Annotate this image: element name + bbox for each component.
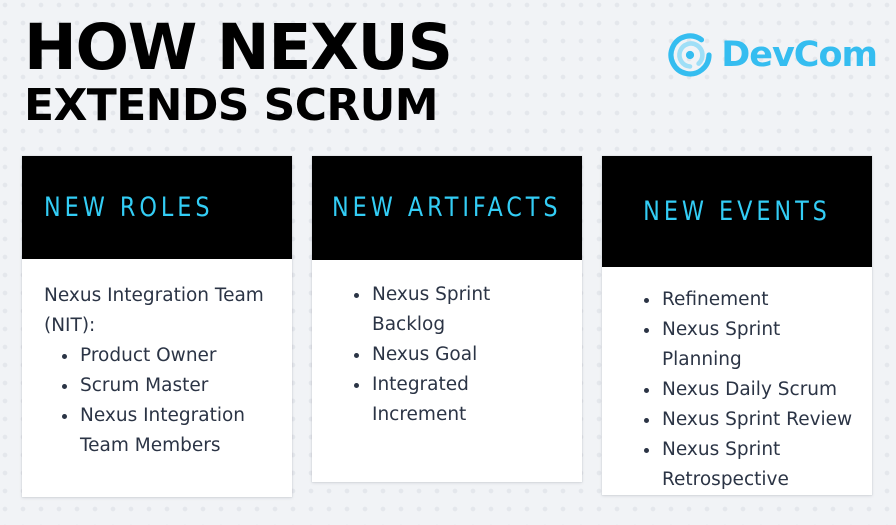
- card-bullet-list: Refinement Nexus Sprint Planning Nexus D…: [616, 285, 858, 495]
- title-line-secondary: EXTENDS SCRUM: [24, 80, 439, 131]
- list-item: Nexus Goal: [350, 340, 568, 370]
- list-item: Refinement: [640, 285, 858, 315]
- devcom-concentric-circle-icon: [665, 30, 715, 80]
- card-new-artifacts: NEW ARTIFACTS Nexus Sprint Backlog Nexus…: [312, 156, 582, 482]
- list-item: Nexus Sprint Planning: [640, 315, 858, 375]
- card-bullet-list: Nexus Sprint Backlog Nexus Goal Integrat…: [326, 280, 568, 430]
- list-item: Nexus Daily Scrum: [640, 375, 858, 405]
- list-item: Scrum Master: [58, 371, 278, 401]
- page-title: HOW NEXUS EXTENDS SCRUM: [24, 11, 453, 131]
- card-heading-label: NEW ARTIFACTS: [332, 192, 562, 223]
- card-body-new-roles: Nexus Integration Team (NIT): Product Ow…: [22, 259, 292, 497]
- card-new-events: NEW EVENTS Refinement Nexus Sprint Plann…: [602, 156, 872, 495]
- list-item: Product Owner: [58, 341, 278, 371]
- card-body-new-artifacts: Nexus Sprint Backlog Nexus Goal Integrat…: [312, 260, 582, 482]
- slide-header: HOW NEXUS EXTENDS SCRUM DevCom: [0, 0, 896, 150]
- title-line-primary: HOW NEXUS: [24, 11, 453, 84]
- devcom-logo: DevCom: [665, 30, 878, 80]
- list-item: Integrated Increment: [350, 370, 568, 430]
- card-header-new-events: NEW EVENTS: [602, 156, 872, 267]
- card-intro-text: Nexus Integration Team (NIT):: [44, 285, 264, 336]
- slide-canvas: HOW NEXUS EXTENDS SCRUM DevCom NEW ROLES…: [0, 0, 896, 525]
- card-bullet-list: Product Owner Scrum Master Nexus Integra…: [36, 341, 278, 461]
- card-heading-label: NEW ROLES: [44, 191, 214, 223]
- card-heading-label: NEW EVENTS: [643, 195, 831, 227]
- card-header-new-artifacts: NEW ARTIFACTS: [312, 156, 582, 260]
- card-new-roles: NEW ROLES Nexus Integration Team (NIT): …: [22, 156, 292, 497]
- list-item: Nexus Sprint Retrospective: [640, 435, 858, 495]
- card-body-new-events: Refinement Nexus Sprint Planning Nexus D…: [602, 267, 872, 505]
- list-item: Nexus Sprint Review: [640, 405, 858, 435]
- devcom-logo-text: DevCom: [721, 35, 878, 75]
- list-item: Nexus Integration Team Members: [58, 401, 278, 461]
- list-item: Nexus Sprint Backlog: [350, 280, 568, 340]
- cards-row: NEW ROLES Nexus Integration Team (NIT): …: [0, 150, 896, 525]
- card-header-new-roles: NEW ROLES: [22, 156, 292, 259]
